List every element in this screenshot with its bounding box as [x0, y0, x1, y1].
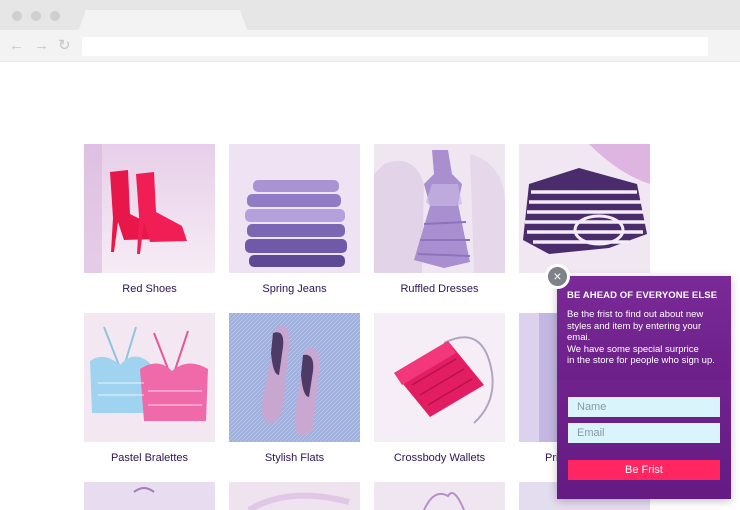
product-card-row3-2[interactable]	[229, 482, 360, 510]
product-label[interactable]: Pastel Bralettes	[84, 452, 215, 464]
forward-arrow-icon[interactable]: →	[34, 37, 49, 55]
jeans-stack-image	[229, 144, 360, 273]
window-minimize-dot[interactable]	[31, 11, 41, 21]
product-image	[84, 482, 215, 510]
address-bar[interactable]	[82, 37, 708, 56]
newsletter-popup: BE AHEAD OF EVERYONE ELSE Be the frist t…	[557, 276, 731, 499]
popup-message-line: Be the frist to find out about new	[567, 309, 704, 320]
product-card-spring-jeans[interactable]: Spring Jeans	[229, 144, 360, 295]
name-field[interactable]	[568, 397, 720, 417]
bralettes-image	[84, 313, 215, 442]
product-card-row3-1[interactable]	[84, 482, 215, 510]
wallet-image	[374, 313, 505, 442]
product-card-striped-shirt[interactable]	[519, 144, 650, 283]
striped-shirt-image	[519, 144, 650, 273]
popup-title: BE AHEAD OF EVERYONE ELSE	[567, 290, 718, 301]
product-card-pastel-bralettes[interactable]: Pastel Bralettes	[84, 313, 215, 464]
reload-icon[interactable]: ↻	[58, 37, 71, 55]
browser-titlebar	[0, 0, 740, 30]
subscribe-button[interactable]: Be Frist	[568, 460, 720, 480]
product-label[interactable]: Crossbody Wallets	[374, 452, 505, 464]
product-card-row3-3[interactable]	[374, 482, 505, 510]
popup-message-line: styles and item by entering your	[567, 320, 702, 332]
popup-message-line: in the store for people who sign up.	[567, 355, 715, 366]
product-image	[229, 482, 360, 510]
close-icon[interactable]: ×	[545, 264, 570, 289]
window-maximize-dot[interactable]	[50, 11, 60, 21]
product-card-stylish-flats[interactable]: Stylish Flats	[229, 313, 360, 464]
product-card-crossbody-wallets[interactable]: Crossbody Wallets	[374, 313, 505, 464]
product-label[interactable]: Red Shoes	[84, 283, 215, 295]
dress-image	[374, 144, 505, 273]
product-card-red-shoes[interactable]: Red Shoes	[84, 144, 215, 295]
popup-message-line: We have some special surprice	[567, 343, 699, 355]
product-label[interactable]: Stylish Flats	[229, 452, 360, 464]
back-arrow-icon[interactable]: ←	[9, 37, 24, 55]
red-shoes-image	[84, 144, 215, 273]
popup-message-line: emai.	[567, 332, 591, 343]
product-label[interactable]: Ruffled Dresses	[374, 283, 505, 295]
popup-message: Be the frist to find out about new style…	[567, 309, 729, 367]
product-label[interactable]: Spring Jeans	[229, 283, 360, 295]
flats-image	[229, 313, 360, 442]
browser-tab[interactable]	[78, 10, 248, 32]
product-image	[374, 482, 505, 510]
window-close-dot[interactable]	[12, 11, 22, 21]
email-field[interactable]	[568, 423, 720, 443]
product-card-ruffled-dresses[interactable]: Ruffled Dresses	[374, 144, 505, 295]
